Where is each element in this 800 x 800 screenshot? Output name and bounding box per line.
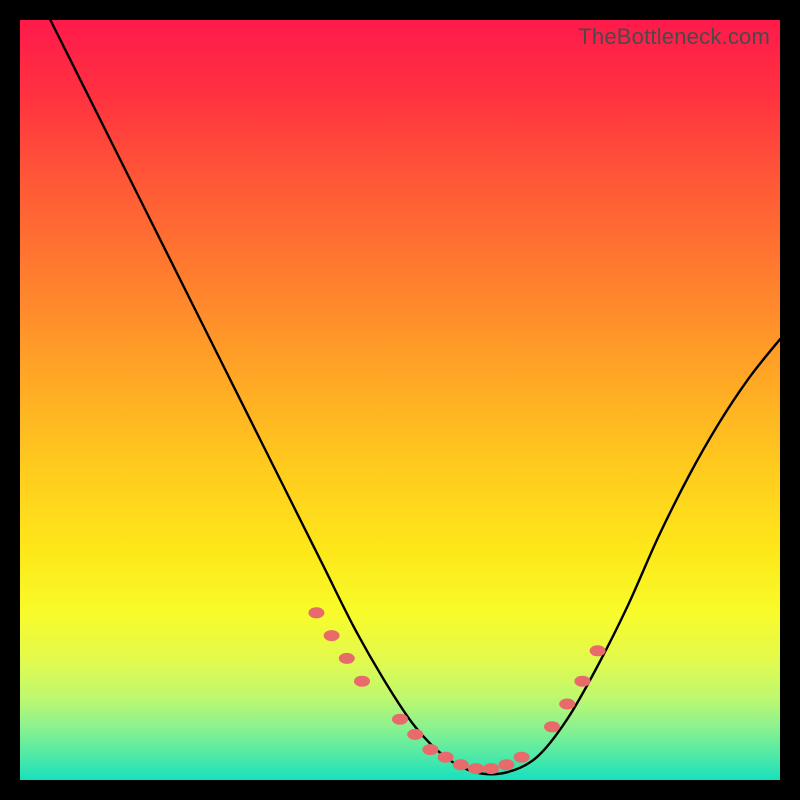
chart-stage: TheBottleneck.com (0, 0, 800, 800)
marker-dot (544, 721, 560, 732)
marker-dot (438, 752, 454, 763)
marker-dot (324, 630, 340, 641)
marker-dot (453, 759, 469, 770)
marker-dot (559, 699, 575, 710)
marker-dots-group (308, 607, 605, 774)
marker-dot (498, 759, 514, 770)
marker-dot (483, 763, 499, 774)
marker-dot (574, 676, 590, 687)
marker-dot (422, 744, 438, 755)
marker-dot (392, 714, 408, 725)
marker-dot (354, 676, 370, 687)
marker-dot (308, 607, 324, 618)
plot-area: TheBottleneck.com (20, 20, 780, 780)
chart-svg (20, 20, 780, 780)
marker-dot (407, 729, 423, 740)
marker-dot (514, 752, 530, 763)
marker-dot (468, 763, 484, 774)
bottleneck-curve (50, 20, 780, 774)
marker-dot (590, 645, 606, 656)
marker-dot (339, 653, 355, 664)
